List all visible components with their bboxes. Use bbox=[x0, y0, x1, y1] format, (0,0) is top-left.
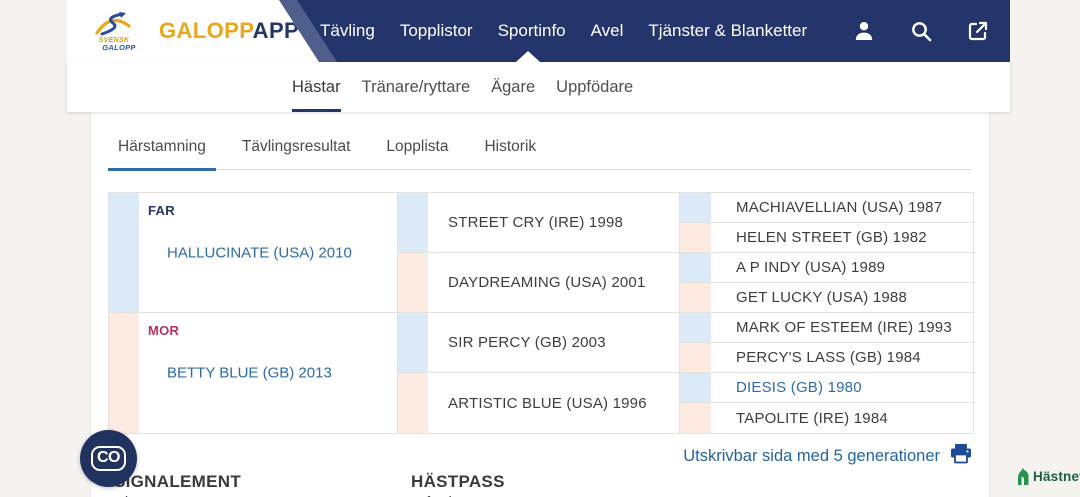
great-grandparent-strip bbox=[680, 403, 711, 433]
great-grandparent-strip bbox=[680, 313, 711, 343]
tab-lopplista[interactable]: Lopplista bbox=[376, 125, 458, 169]
great-grandparent-strip bbox=[680, 343, 711, 373]
grandparent-strip bbox=[398, 313, 428, 373]
subnav-bar: Hästar Tränare/ryttare Ägare Uppfödare bbox=[67, 62, 1010, 112]
svensk-galopp-logo[interactable]: SVENSK GALOPP bbox=[83, 11, 145, 52]
great-grandparent-strip bbox=[680, 223, 711, 253]
far-strip bbox=[109, 193, 139, 313]
hastpass-heading: HÄSTPASS bbox=[411, 472, 505, 491]
grandparent-cell: STREET CRY (IRE) 1998 bbox=[428, 193, 680, 253]
horse-swoosh-icon bbox=[95, 11, 131, 35]
mor-label: MOR bbox=[148, 323, 180, 338]
great-grandparent-link[interactable]: DIESIS (GB) 1980 bbox=[711, 373, 975, 403]
grandparent-cell: SIR PERCY (GB) 2003 bbox=[428, 313, 680, 373]
app-title-app: APP bbox=[252, 18, 300, 43]
cookie-consent-button[interactable]: CO bbox=[80, 430, 137, 487]
mor-cell: MOR BETTY BLUE (GB) 2013 bbox=[139, 313, 398, 433]
great-grandparent-strip bbox=[680, 253, 711, 283]
nav-item-avel[interactable]: Avel bbox=[591, 0, 624, 62]
search-icon[interactable] bbox=[909, 19, 933, 43]
great-grandparent-cell: A P INDY (USA) 1989 bbox=[711, 253, 975, 283]
great-grandparent-cell: MARK OF ESTEEM (IRE) 1993 bbox=[711, 313, 975, 343]
great-grandparent-strip bbox=[680, 283, 711, 313]
great-grandparent-cell: HELEN STREET (GB) 1982 bbox=[711, 223, 975, 253]
app-title: GALOPPAPP bbox=[159, 18, 299, 44]
great-grandparent-cell: MACHIAVELLIAN (USA) 1987 bbox=[711, 193, 975, 223]
subnav-item-hastar[interactable]: Hästar bbox=[292, 62, 341, 112]
subnav-item-tranare-ryttare[interactable]: Tränare/ryttare bbox=[362, 62, 471, 112]
header-icons bbox=[852, 0, 990, 62]
subnav-items: Hästar Tränare/ryttare Ägare Uppfödare bbox=[292, 62, 633, 112]
main-nav: Tävling Topplistor Sportinfo Avel Tjänst… bbox=[320, 0, 807, 62]
far-cell: FAR HALLUCINATE (USA) 2010 bbox=[139, 193, 398, 313]
horse-head-icon bbox=[1018, 468, 1029, 485]
grandparent-strip bbox=[398, 193, 428, 253]
subnav-item-agare[interactable]: Ägare bbox=[491, 62, 535, 112]
great-grandparent-cell: GET LUCKY (USA) 1988 bbox=[711, 283, 975, 313]
tab-harstamning[interactable]: Härstamning bbox=[108, 125, 216, 171]
external-link-icon[interactable] bbox=[966, 19, 990, 43]
user-icon[interactable] bbox=[852, 19, 876, 43]
tabs-row: Härstamning Tävlingsresultat Lopplista H… bbox=[108, 125, 972, 171]
nav-item-topplistor[interactable]: Topplistor bbox=[400, 0, 473, 62]
header-bar: SVENSK GALOPP GALOPPAPP Tävling Topplist… bbox=[67, 0, 1010, 62]
signalement-heading: SIGNALEMENT bbox=[114, 472, 242, 491]
printable-page-label[interactable]: Utskrivbar sida med 5 generationer bbox=[683, 447, 940, 466]
nav-item-tavling[interactable]: Tävling bbox=[320, 0, 375, 62]
printer-icon[interactable] bbox=[950, 443, 972, 469]
grandparent-cell: DAYDREAMING (USA) 2001 bbox=[428, 253, 680, 313]
grandparent-strip bbox=[398, 373, 428, 433]
grandparent-strip bbox=[398, 253, 428, 313]
content-panel: Härstamning Tävlingsresultat Lopplista H… bbox=[90, 112, 990, 497]
tab-historik[interactable]: Historik bbox=[474, 125, 546, 169]
great-grandparent-strip bbox=[680, 193, 711, 223]
tab-tavlingsresultat[interactable]: Tävlingsresultat bbox=[232, 125, 361, 169]
great-grandparent-cell: TAPOLITE (IRE) 1984 bbox=[736, 409, 888, 427]
great-grandparent-cell: PERCY'S LASS (GB) 1984 bbox=[711, 343, 975, 373]
mor-name-link[interactable]: BETTY BLUE (GB) 2013 bbox=[167, 365, 332, 382]
logo-text-galopp: GALOPP bbox=[102, 42, 136, 52]
nav-item-tjanster[interactable]: Tjänster & Blanketter bbox=[648, 0, 807, 62]
subnav-item-uppfodare[interactable]: Uppfödare bbox=[556, 62, 633, 112]
active-nav-caret bbox=[516, 51, 540, 62]
hastnet-logo[interactable]: Hästnet bbox=[1016, 468, 1080, 485]
cookie-consent-label: CO bbox=[91, 446, 126, 471]
grandparent-cell: ARTISTIC BLUE (USA) 1996 bbox=[428, 373, 680, 433]
printable-page-link[interactable]: Utskrivbar sida med 5 generationer bbox=[683, 443, 972, 469]
app-title-galopp: GALOPP bbox=[159, 18, 253, 43]
mor-strip bbox=[109, 313, 139, 433]
hastnet-label: Hästnet bbox=[1033, 469, 1080, 484]
great-grandparent-strip bbox=[680, 373, 711, 403]
pedigree-table: FAR HALLUCINATE (USA) 2010 MOR BETTY BLU… bbox=[108, 192, 975, 434]
far-name-link[interactable]: HALLUCINATE (USA) 2010 bbox=[167, 244, 352, 261]
far-label: FAR bbox=[148, 203, 175, 218]
